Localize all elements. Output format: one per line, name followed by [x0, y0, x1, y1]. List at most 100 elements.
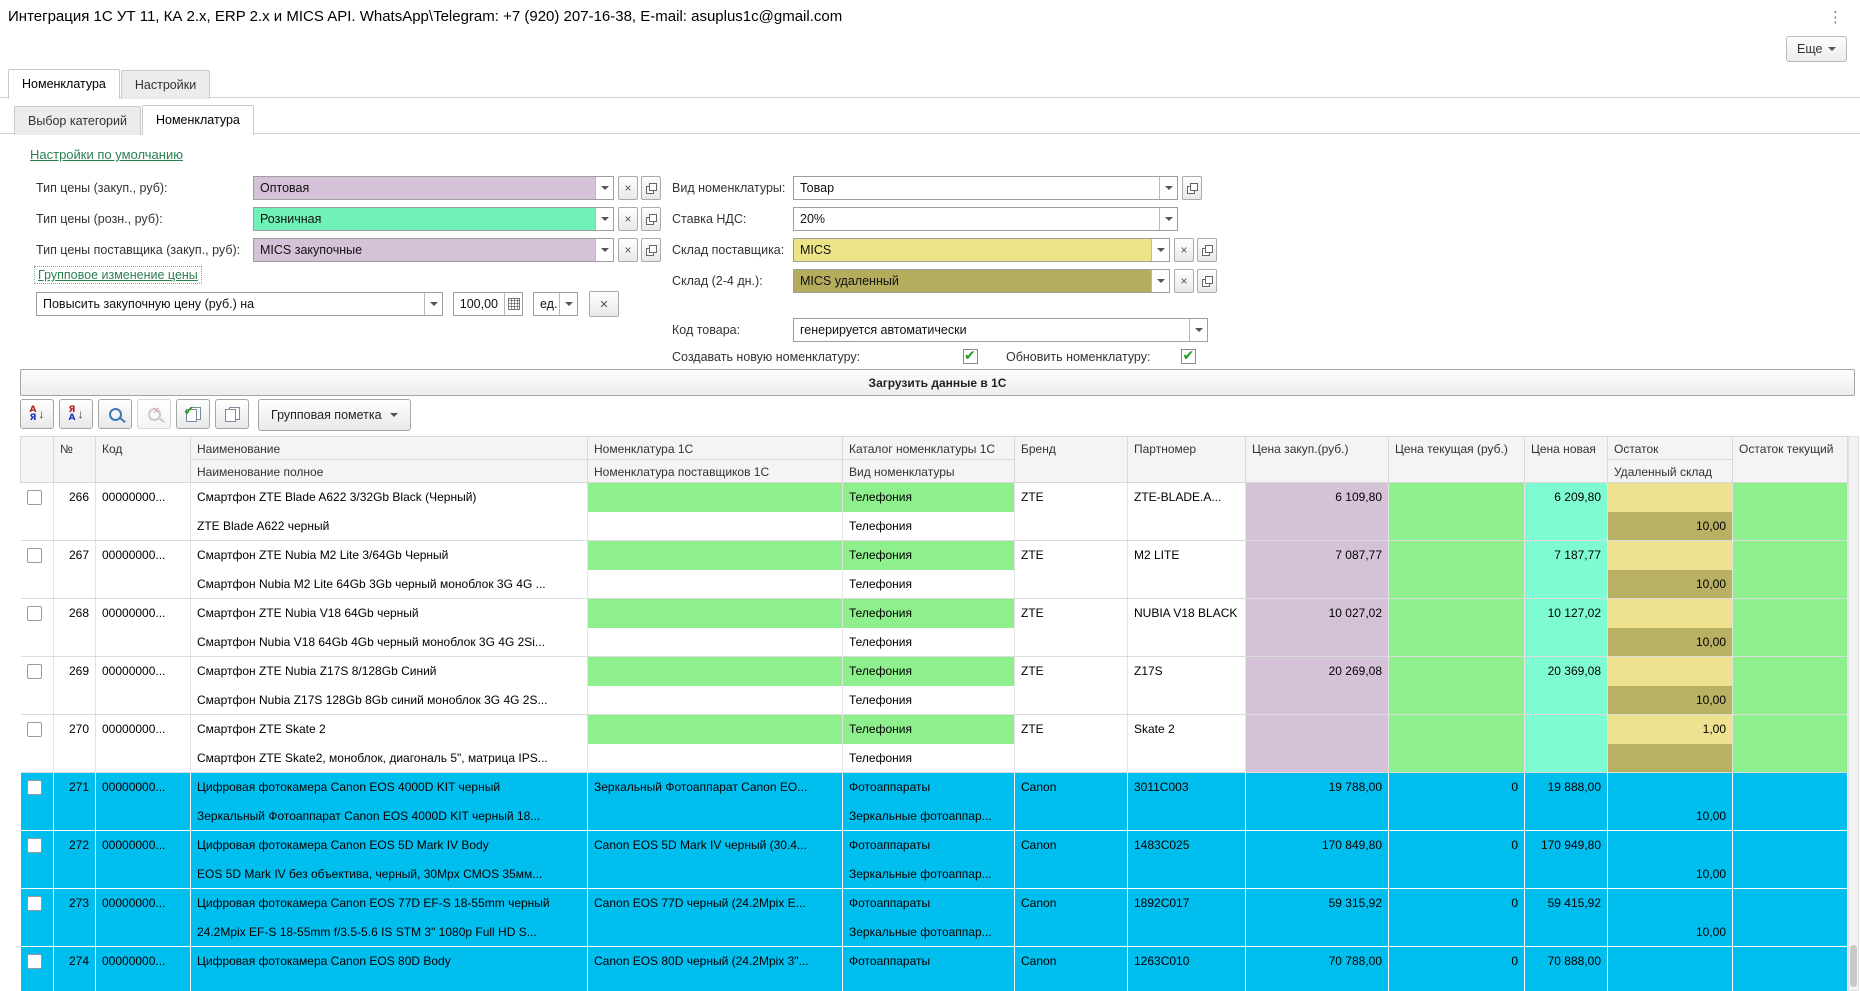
- product-row[interactable]: 268 00000000... Смартфон ZTE Nubia V18 64G…: [20, 598, 1848, 657]
- defaults-settings-link[interactable]: Настройки по умолчанию: [30, 147, 183, 162]
- row-checkbox[interactable]: [26, 490, 42, 505]
- open-button[interactable]: [641, 238, 661, 262]
- open-button[interactable]: [1197, 238, 1217, 262]
- cell-nomenclature-1c: [587, 540, 843, 570]
- cancel-search-button[interactable]: ✕: [137, 399, 171, 429]
- nomenclature-kind-field[interactable]: Товар: [793, 176, 1178, 200]
- tab-nastroyki[interactable]: Настройки: [120, 70, 211, 99]
- chevron-down-icon[interactable]: [595, 239, 613, 261]
- cell-nomenclature-1c: Canon EOS 77D черный (24.2Mpix E...: [587, 888, 843, 918]
- column-header[interactable]: Цена новая: [1524, 436, 1608, 483]
- chevron-down-icon[interactable]: [1151, 239, 1169, 261]
- column-header[interactable]: [20, 436, 54, 483]
- column-header[interactable]: Партномер: [1127, 436, 1246, 483]
- product-code-field[interactable]: генерируется автоматически: [793, 318, 1208, 342]
- tab-inner-nomenklatura[interactable]: Номенклатура: [141, 105, 254, 135]
- chevron-down-icon[interactable]: [559, 293, 577, 315]
- column-header[interactable]: №: [53, 436, 96, 483]
- tab-nomenklatura[interactable]: Номенклатура: [8, 69, 120, 99]
- column-header[interactable]: Остаток текущий: [1732, 436, 1848, 483]
- cell-stock: [1607, 830, 1733, 860]
- column-header[interactable]: Каталог номенклатуры 1С: [842, 436, 1015, 460]
- product-row[interactable]: 269 00000000... Смартфон ZTE Nubia Z17S 8/…: [20, 656, 1848, 715]
- clear-button[interactable]: ×: [618, 238, 638, 262]
- chevron-down-icon[interactable]: [595, 177, 613, 199]
- search-button[interactable]: [98, 399, 132, 429]
- vat-rate-field[interactable]: 20%: [793, 207, 1178, 231]
- column-subheader[interactable]: Номенклатура поставщиков 1С: [587, 459, 843, 483]
- row-checkbox[interactable]: [26, 606, 42, 621]
- column-subheader[interactable]: Удаленный склад: [1607, 459, 1733, 483]
- sort-descending-button[interactable]: Я А ↓: [59, 399, 93, 429]
- group-change-unit-select[interactable]: ед.: [533, 292, 578, 316]
- create-new-checkbox[interactable]: [963, 347, 978, 364]
- product-row[interactable]: 267 00000000... Смартфон ZTE Nubia M2 Lite…: [20, 540, 1848, 599]
- row-checkbox[interactable]: [26, 838, 42, 853]
- row-checkbox[interactable]: [26, 722, 42, 737]
- column-subheader[interactable]: Наименование полное: [190, 459, 588, 483]
- chevron-down-icon[interactable]: [1159, 208, 1177, 230]
- column-header[interactable]: Номенклатура 1С: [587, 436, 843, 460]
- chevron-down-icon[interactable]: [595, 208, 613, 230]
- group-price-change-link[interactable]: Групповое изменение цены: [34, 266, 202, 284]
- clear-button[interactable]: ×: [1174, 238, 1194, 262]
- vertical-scrollbar[interactable]: [1848, 436, 1859, 991]
- group-change-action-select[interactable]: Повысить закупочную цену (руб.) на: [36, 292, 443, 316]
- chevron-down-icon[interactable]: [1189, 319, 1207, 341]
- product-row[interactable]: 266 00000000... Смартфон ZTE Blade A622 3/…: [20, 482, 1848, 541]
- product-row[interactable]: 271 00000000... Цифровая фотокамера Canon …: [20, 772, 1848, 831]
- price-type-retail-field[interactable]: Розничная: [253, 207, 614, 231]
- open-button[interactable]: [641, 207, 661, 231]
- mark-all-button[interactable]: ✔: [176, 399, 210, 429]
- column-header[interactable]: Бренд: [1014, 436, 1128, 483]
- chevron-down-icon[interactable]: [1151, 270, 1169, 292]
- product-row[interactable]: 270 00000000... Смартфон ZTE Skate 2 Телефо…: [20, 714, 1848, 773]
- group-change-cancel-button[interactable]: ×: [589, 291, 619, 317]
- open-button[interactable]: [1182, 176, 1202, 200]
- column-header[interactable]: Код: [95, 436, 191, 483]
- calculator-icon[interactable]: [504, 293, 522, 315]
- supplier-price-type-field[interactable]: MICS закупочные: [253, 238, 614, 262]
- column-subheader[interactable]: Вид номенклатуры: [842, 459, 1015, 483]
- check-pages-icon: ✔: [184, 403, 201, 422]
- column-header[interactable]: Остаток: [1607, 436, 1733, 460]
- update-checkbox[interactable]: [1181, 347, 1197, 364]
- sort-ascending-button[interactable]: А Я ↓: [20, 399, 54, 429]
- group-change-amount-input[interactable]: 100,00: [453, 292, 523, 316]
- cell-name: Цифровая фотокамера Canon EOS 4000D KIT …: [190, 772, 588, 802]
- row-checkbox[interactable]: [26, 548, 42, 563]
- row-checkbox[interactable]: [26, 664, 42, 679]
- column-header[interactable]: Наименование: [190, 436, 588, 460]
- open-button[interactable]: [641, 176, 661, 200]
- tab-vybor-kategoriy[interactable]: Выбор категорий: [14, 106, 141, 135]
- row-checkbox[interactable]: [26, 780, 42, 795]
- product-row[interactable]: 274 00000000... Цифровая фотокамера Canon …: [20, 946, 1848, 991]
- scrollbar-thumb[interactable]: [1850, 945, 1857, 987]
- column-header[interactable]: Цена текущая (руб.): [1388, 436, 1525, 483]
- more-button[interactable]: Еще: [1786, 36, 1848, 62]
- chevron-down-icon[interactable]: [424, 293, 442, 315]
- clear-button[interactable]: ×: [618, 207, 638, 231]
- remote-warehouse-field[interactable]: MICS удаленный: [793, 269, 1170, 293]
- cell-code: 00000000...: [95, 482, 191, 541]
- open-button[interactable]: [1197, 269, 1217, 293]
- cell-stock-remote: 10,00: [1607, 511, 1733, 541]
- row-checkbox[interactable]: [26, 954, 42, 969]
- cell-code: 00000000...: [95, 598, 191, 657]
- column-header[interactable]: Цена закуп.(руб.): [1245, 436, 1389, 483]
- price-type-purchase-field[interactable]: Оптовая: [253, 176, 614, 200]
- price-type-retail-label: Тип цены (розн., руб):: [36, 212, 163, 226]
- row-checkbox[interactable]: [26, 896, 42, 911]
- supplier-warehouse-field[interactable]: MICS: [793, 238, 1170, 262]
- cell-price-purchase: 19 788,00: [1245, 772, 1389, 831]
- group-mark-button[interactable]: Групповая пометка: [258, 399, 411, 431]
- clear-button[interactable]: ×: [1174, 269, 1194, 293]
- chevron-down-icon[interactable]: [1159, 177, 1177, 199]
- copy-button[interactable]: [215, 399, 249, 429]
- load-data-button[interactable]: Загрузить данные в 1С: [20, 369, 1855, 396]
- supplier-warehouse-value: MICS: [794, 239, 1151, 261]
- clear-button[interactable]: ×: [618, 176, 638, 200]
- product-row[interactable]: 272 00000000... Цифровая фотокамера Canon …: [20, 830, 1848, 889]
- product-row[interactable]: 273 00000000... Цифровая фотокамера Canon …: [20, 888, 1848, 947]
- kebab-menu-icon[interactable]: ⋮: [1828, 8, 1843, 26]
